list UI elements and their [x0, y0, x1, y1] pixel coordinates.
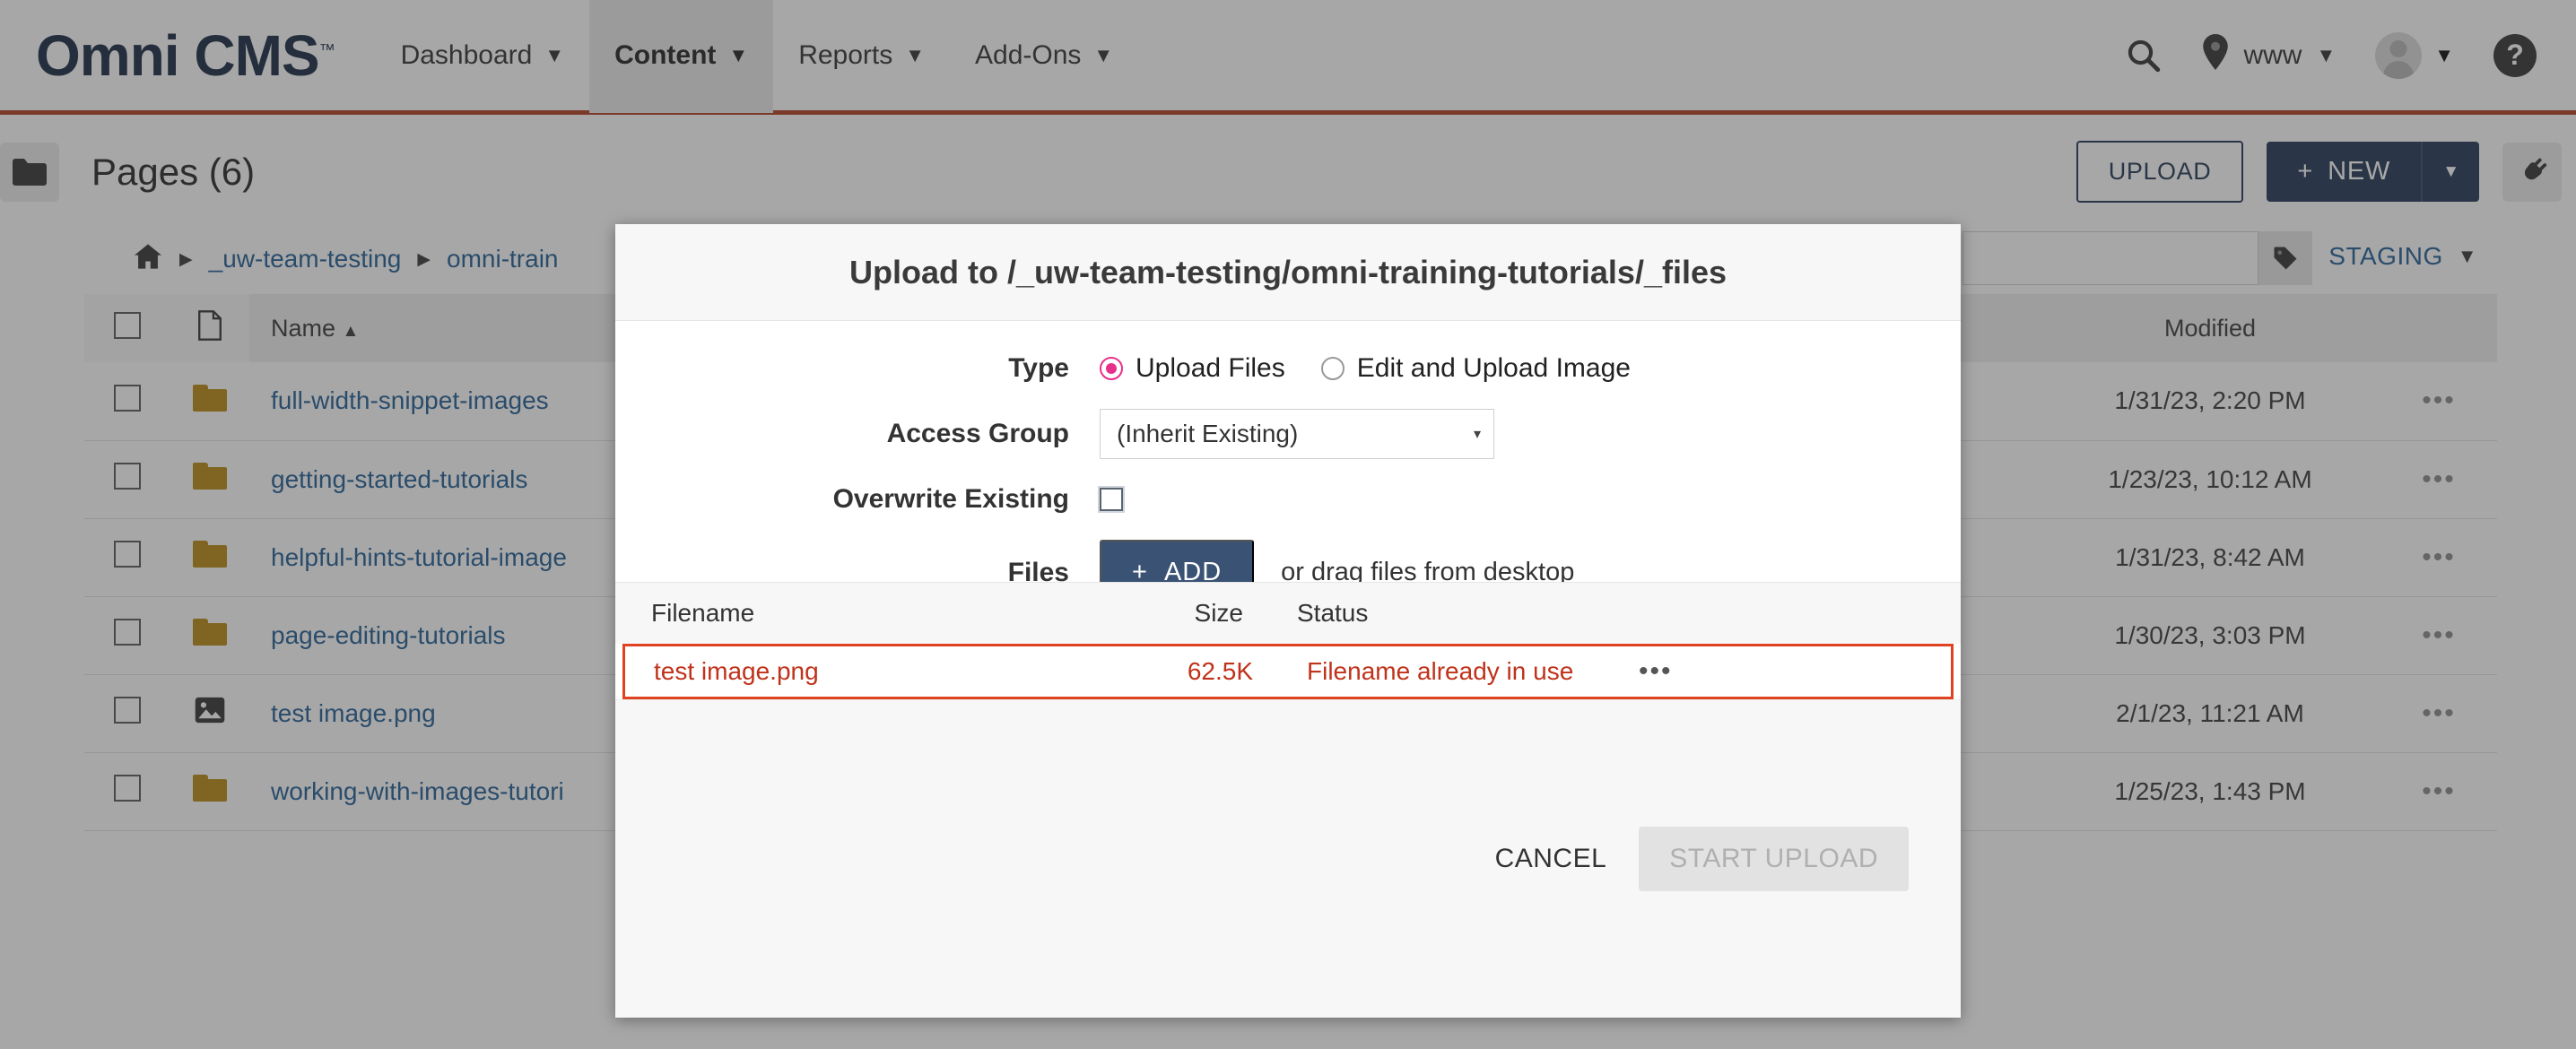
radio-indicator — [1100, 357, 1123, 380]
radio-upload-files[interactable]: Upload Files — [1100, 353, 1285, 384]
dialog-title: Upload to /_uw-team-testing/omni-trainin… — [849, 253, 1727, 290]
filename-column-header: Filename — [651, 599, 755, 627]
size-column-header: Size — [1194, 599, 1243, 627]
radio-edit-upload-label: Edit and Upload Image — [1356, 353, 1631, 383]
upload-file-list: Filename Size Status test image.png 62.5… — [615, 582, 1961, 699]
radio-indicator — [1320, 357, 1345, 380]
screen: Omni CMS™ Dashboard ▼ Content ▼ Reports … — [0, 0, 2576, 1049]
dialog-body: Type Upload Files Edit and Upload Image … — [615, 321, 1961, 605]
overwrite-row: Overwrite Existing — [615, 484, 1961, 515]
overwrite-checkbox[interactable] — [1100, 488, 1123, 511]
radio-edit-and-upload-image[interactable]: Edit and Upload Image — [1320, 353, 1631, 384]
file-filename: test image.png — [654, 657, 819, 685]
access-group-select[interactable]: (Inherit Existing) ▾ — [1100, 409, 1494, 459]
radio-upload-files-label: Upload Files — [1136, 353, 1285, 383]
file-list-item[interactable]: test image.png 62.5K Filename already in… — [622, 644, 1954, 699]
dialog-footer: CANCEL START UPLOAD — [615, 699, 1961, 1018]
file-list-header: Filename Size Status — [615, 583, 1961, 644]
type-options: Upload Files Edit and Upload Image — [1100, 353, 1961, 384]
cancel-button[interactable]: CANCEL — [1495, 844, 1607, 874]
overwrite-control — [1100, 488, 1961, 511]
start-upload-button[interactable]: START UPLOAD — [1639, 827, 1909, 891]
access-group-control: (Inherit Existing) ▾ — [1100, 409, 1961, 459]
dialog-header: Upload to /_uw-team-testing/omni-trainin… — [615, 224, 1961, 321]
status-column-header: Status — [1297, 599, 1369, 627]
type-row: Type Upload Files Edit and Upload Image — [615, 353, 1961, 384]
file-menu-button[interactable]: ••• — [1639, 656, 1951, 687]
access-group-row: Access Group (Inherit Existing) ▾ — [615, 409, 1961, 459]
access-group-value: (Inherit Existing) — [1117, 420, 1299, 447]
access-group-label: Access Group — [886, 419, 1069, 448]
overwrite-label: Overwrite Existing — [832, 484, 1069, 514]
file-size: 62.5K — [1187, 657, 1253, 685]
type-label: Type — [1008, 353, 1069, 383]
chevron-down-icon: ▾ — [1473, 427, 1481, 442]
file-status: Filename already in use — [1307, 657, 1574, 685]
upload-dialog: Upload to /_uw-team-testing/omni-trainin… — [615, 224, 1961, 1018]
